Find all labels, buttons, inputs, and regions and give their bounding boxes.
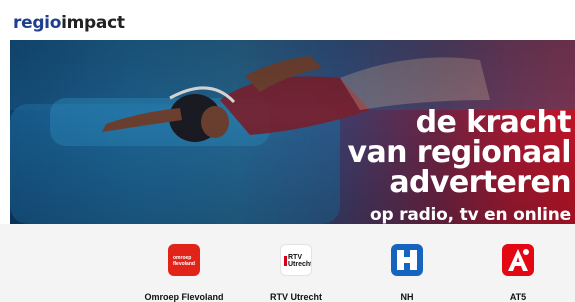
omroep-flevoland-logo-text: omroep flevoland [173,255,195,267]
channel-name: NH [400,292,414,302]
regioimpact-logo[interactable]: regioimpact [13,13,125,33]
page: regioimpact de kracht van regionaal adve… [0,0,575,302]
headline-line-3: adverteren [389,165,571,200]
logo-impact: impact [61,13,125,33]
nh-logo-graphic [397,250,417,270]
rtv-utrecht-logo-icon: RTV Utrecht [280,244,312,276]
hero-banner: de kracht van regionaal adverteren op ra… [10,40,575,224]
channel-nh[interactable]: NH [347,244,467,302]
channel-logos-row: omroep flevoland Omroep Flevoland RTV Ut… [0,224,575,302]
headline-line-2: van regionaal [347,135,572,170]
channel-at5[interactable]: AT5 [458,244,575,302]
channel-name: RTV Utrecht [269,292,322,302]
channel-omroep-flevoland[interactable]: omroep flevoland Omroep Flevoland [124,244,244,302]
at5-logo-graphic [508,249,529,271]
channel-rtv-utrecht[interactable]: RTV Utrecht RTV Utrecht [236,244,356,302]
nh-logo-icon [391,244,423,276]
rtv-utrecht-logo-bar [284,256,287,266]
headline-line-1: de kracht [415,105,572,140]
omroep-flevoland-logo-icon: omroep flevoland [168,244,200,276]
channel-name: Omroep Flevoland [144,292,224,302]
top-bar: regioimpact [0,0,575,40]
logo-regio: regio [13,13,62,33]
rtv-utrecht-logo-text: RTV Utrecht [288,254,312,268]
headline-subline: op radio, tv en online [369,205,571,224]
at5-logo-icon [502,244,534,276]
channel-name: AT5 [509,292,527,302]
hero-headline: de kracht van regionaal adverteren op ra… [321,105,572,225]
